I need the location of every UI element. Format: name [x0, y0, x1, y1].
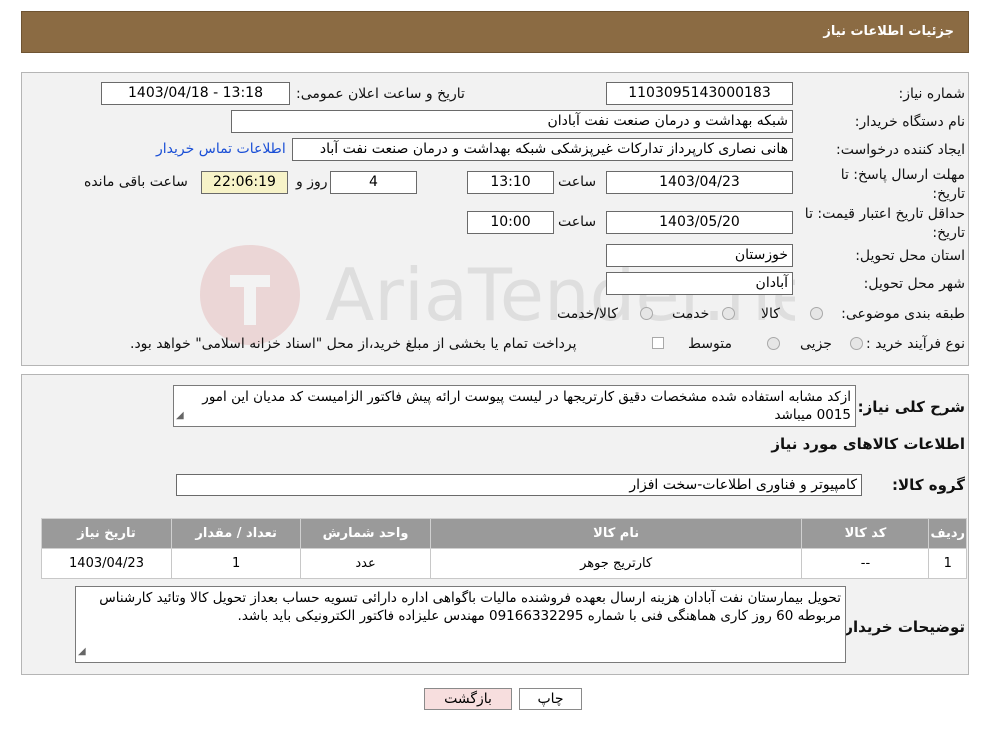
- deadline-time-label: ساعت: [558, 174, 597, 190]
- category-goods-service-radio[interactable]: [640, 307, 653, 320]
- cell-qty: 1: [171, 548, 302, 579]
- col-date: تاریخ نیاز: [40, 518, 173, 549]
- category-goods-radio[interactable]: [810, 307, 823, 320]
- province-label: استان محل تحویل:: [855, 248, 965, 264]
- remaining-time-field: 22:06:19: [201, 171, 288, 194]
- deadline-label: مهلت ارسال پاسخ: تا تاریخ:: [840, 167, 965, 202]
- remaining-label: ساعت باقی مانده: [84, 174, 188, 190]
- buyer-notes-label: توضیحات خریدار:: [838, 618, 965, 636]
- announce-date-field: 1403/04/18 - 13:18: [101, 82, 290, 105]
- treasury-checkbox[interactable]: [652, 337, 664, 349]
- province-field: خوزستان: [606, 244, 793, 267]
- buyer-notes-text: تحویل بیمارستان نفت آبادان هزینه ارسال ب…: [99, 590, 841, 624]
- process-small-radio[interactable]: [850, 337, 863, 350]
- page-title: جزئیات اطلاعات نیاز: [823, 24, 954, 39]
- cell-name: کارتریج جوهر: [429, 548, 803, 579]
- payment-note: پرداخت تمام یا بخشی از مبلغ خرید،از محل …: [130, 336, 577, 352]
- category-goods-label: کالا: [761, 306, 780, 322]
- buyer-contact-link[interactable]: اطلاعات تماس خریدار: [156, 141, 286, 157]
- process-small-label: جزیی: [800, 336, 832, 352]
- cell-code: --: [801, 548, 930, 579]
- description-textarea[interactable]: ازکد مشابه استفاده شده مشخصات دقیق کارتر…: [173, 385, 856, 427]
- print-button[interactable]: چاپ: [519, 688, 582, 710]
- goods-group-field: کامپیوتر و فناوری اطلاعات-سخت افزار: [176, 474, 862, 496]
- cell-unit: عدد: [300, 548, 431, 579]
- resize-grip-icon[interactable]: ◢: [176, 407, 184, 425]
- category-service-label: خدمت: [672, 306, 710, 322]
- validity-time-label: ساعت: [558, 214, 597, 230]
- back-button[interactable]: بازگشت: [424, 688, 512, 710]
- category-goods-service-label: کالا/خدمت: [557, 306, 618, 322]
- category-service-radio[interactable]: [722, 307, 735, 320]
- remaining-days-field: 4: [330, 171, 417, 194]
- validity-label: حداقل تاریخ اعتبار قیمت: تا تاریخ:: [804, 206, 965, 241]
- buyer-org-label: نام دستگاه خریدار:: [854, 114, 965, 130]
- col-qty: تعداد / مقدار: [171, 518, 302, 549]
- resize-grip-icon[interactable]: ◢: [78, 643, 86, 661]
- page-header: جزئیات اطلاعات نیاز: [21, 11, 969, 53]
- city-field: آبادان: [606, 272, 793, 295]
- col-code: کد کالا: [801, 518, 930, 549]
- goods-table-header: ردیف کد کالا نام کالا واحد شمارش تعداد /…: [40, 518, 967, 549]
- announce-label: تاریخ و ساعت اعلان عمومی:: [296, 86, 465, 102]
- category-label: طبقه بندی موضوعی:: [841, 306, 965, 322]
- col-row: ردیف: [928, 518, 967, 549]
- validity-time-field: 10:00: [467, 211, 554, 234]
- process-medium-label: متوسط: [688, 336, 732, 352]
- buyer-org-field: شبکه بهداشت و درمان صنعت نفت آبادان: [231, 110, 793, 133]
- process-label: نوع فرآیند خرید :: [866, 336, 965, 352]
- goods-table: ردیف کد کالا نام کالا واحد شمارش تعداد /…: [40, 518, 967, 579]
- cell-date: 1403/04/23: [40, 548, 173, 579]
- requester-label: ایجاد کننده درخواست:: [836, 142, 965, 158]
- city-label: شهر محل تحویل:: [863, 276, 965, 292]
- col-name: نام کالا: [429, 518, 803, 549]
- description-text: ازکد مشابه استفاده شده مشخصات دقیق کارتر…: [202, 389, 851, 423]
- validity-date-field: 1403/05/20: [606, 211, 793, 234]
- requester-field: هانی نصاری کارپرداز تدارکات غیرپزشکی شبک…: [292, 138, 793, 161]
- cell-row: 1: [928, 548, 967, 579]
- process-medium-radio[interactable]: [767, 337, 780, 350]
- description-label: شرح کلی نیاز:: [857, 398, 965, 416]
- need-number-label: شماره نیاز:: [898, 86, 966, 102]
- deadline-date-field: 1403/04/23: [606, 171, 793, 194]
- deadline-time-field: 13:10: [467, 171, 554, 194]
- buyer-notes-textarea[interactable]: تحویل بیمارستان نفت آبادان هزینه ارسال ب…: [75, 586, 846, 663]
- need-number-field: 1103095143000183: [606, 82, 793, 105]
- col-unit: واحد شمارش: [300, 518, 431, 549]
- goods-group-label: گروه کالا:: [892, 476, 965, 494]
- goods-section-title: اطلاعات کالاهای مورد نیاز: [771, 435, 965, 453]
- day-label: روز و: [296, 174, 328, 190]
- table-row: 1 -- کارتریج جوهر عدد 1 1403/04/23: [40, 548, 967, 579]
